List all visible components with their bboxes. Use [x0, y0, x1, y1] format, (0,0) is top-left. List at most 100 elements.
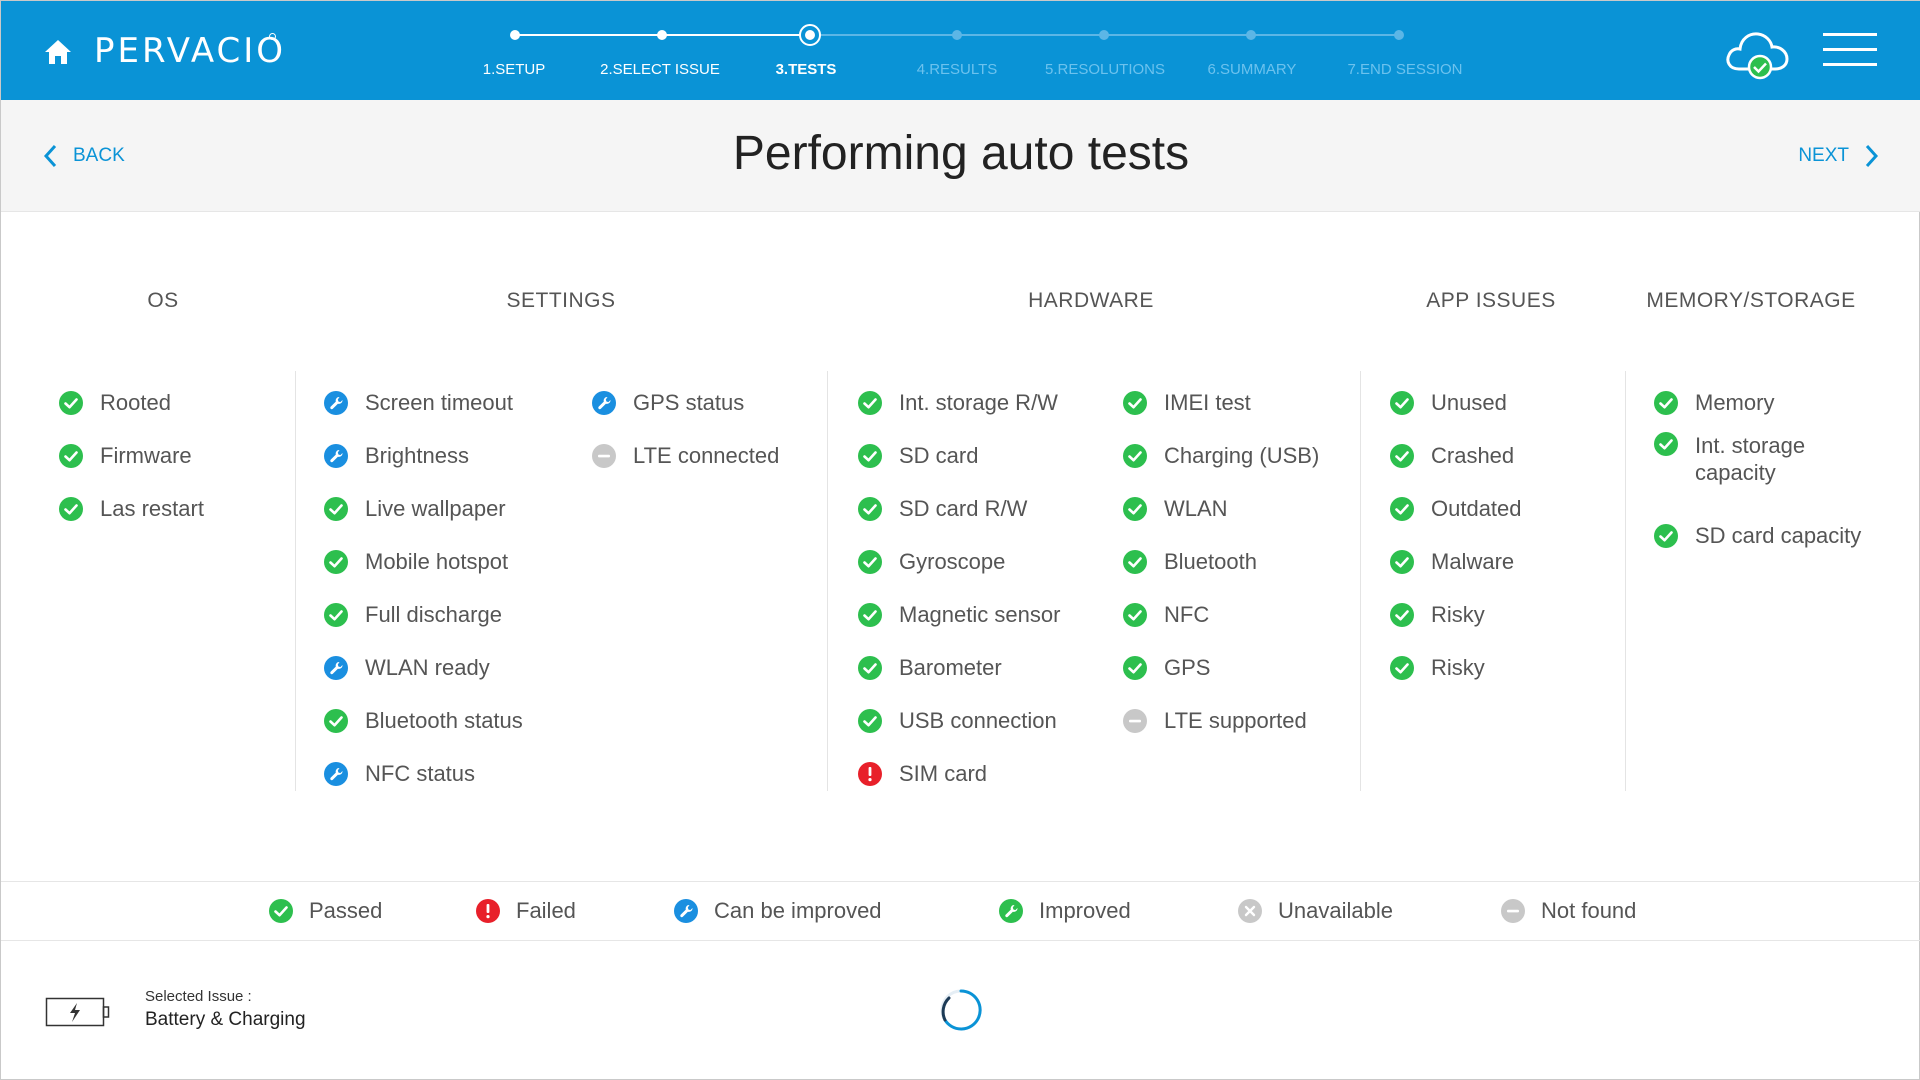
step-connector	[662, 34, 810, 36]
test-item: Risky	[1390, 641, 1522, 694]
status-legend: Passed Failed Can be improved Improved Unava…	[1, 881, 1920, 941]
test-item-label: IMEI test	[1164, 390, 1251, 415]
category-header-settings: SETTINGS	[506, 289, 616, 312]
test-item: Firmware	[59, 429, 204, 482]
category-header-os: OS	[147, 289, 179, 312]
step-label[interactable]: 1.SETUP	[434, 61, 594, 78]
settings-tests-list-2: GPS status LTE connected	[592, 376, 779, 482]
passed-check-icon	[858, 655, 882, 680]
not-found-minus-icon	[1123, 708, 1147, 733]
test-item: Brightness	[324, 429, 523, 482]
test-item: GPS status	[592, 376, 779, 429]
hamburger-menu-icon[interactable]	[1823, 33, 1877, 67]
step-label[interactable]: 2.SELECT ISSUE	[580, 61, 740, 78]
test-item-label: NFC status	[365, 761, 476, 786]
test-item: Malware	[1390, 535, 1522, 588]
wrench-icon	[592, 390, 616, 415]
passed-check-icon	[858, 496, 882, 521]
test-item-label: Magnetic sensor	[899, 602, 1061, 627]
test-item: SD card	[858, 429, 1060, 482]
not-found-minus-icon	[1501, 899, 1525, 923]
test-item-label: Barometer	[899, 655, 1002, 680]
test-item-label: SD card R/W	[899, 496, 1028, 521]
legend-item: Failed	[476, 898, 576, 924]
test-item: Int. storage capacity	[1654, 429, 1894, 509]
step-label[interactable]: 6.SUMMARY	[1172, 61, 1332, 78]
passed-check-icon	[1123, 443, 1147, 468]
step-connector	[515, 34, 662, 36]
test-item: WLAN	[1123, 482, 1319, 535]
step-dot	[1099, 30, 1109, 40]
test-item-label: WLAN	[1164, 496, 1228, 521]
memory-tests-list: Memory Int. storage capacity SD card capac…	[1654, 376, 1894, 562]
wrench-icon	[324, 761, 348, 786]
selected-issue-caption: Selected Issue :	[145, 988, 252, 1005]
legend-label: Can be improved	[714, 898, 882, 923]
column-divider	[1625, 371, 1626, 791]
passed-check-icon	[858, 443, 882, 468]
test-item: Memory	[1654, 376, 1894, 429]
test-item: NFC status	[324, 747, 523, 800]
test-item: Gyroscope	[858, 535, 1060, 588]
step-connector	[957, 34, 1104, 36]
passed-check-icon	[1654, 390, 1678, 415]
cloud-check-icon[interactable]	[1723, 25, 1793, 81]
hardware-tests-list-2: IMEI test Charging (USB) WLAN Bluetooth NFC G…	[1123, 376, 1319, 747]
test-item-label: Live wallpaper	[365, 496, 506, 521]
test-item: Barometer	[858, 641, 1060, 694]
test-item-label: Int. storage R/W	[899, 390, 1058, 415]
settings-tests-list: Screen timeout Brightness Live wallpaper Mo…	[324, 376, 523, 800]
column-divider	[295, 371, 296, 791]
test-item: LTE connected	[592, 429, 779, 482]
passed-check-icon	[858, 549, 882, 574]
passed-check-icon	[1654, 432, 1678, 456]
test-item: Las restart	[59, 482, 204, 535]
step-label[interactable]: 3.TESTS	[726, 61, 886, 78]
test-item-label: Memory	[1695, 390, 1775, 415]
test-item: GPS	[1123, 641, 1319, 694]
passed-check-icon	[324, 602, 348, 627]
legend-label: Failed	[516, 898, 576, 923]
test-item-label: Risky	[1431, 602, 1485, 627]
legend-item: Improved	[999, 898, 1131, 924]
test-item-label: Rooted	[100, 390, 171, 415]
test-item: Unused	[1390, 376, 1522, 429]
passed-check-icon	[1390, 443, 1414, 468]
passed-check-icon	[1654, 523, 1678, 548]
unavailable-x-icon	[1238, 899, 1262, 923]
test-item: SIM card	[858, 747, 1060, 800]
wrench-icon	[324, 390, 348, 415]
next-button[interactable]: NEXT	[1798, 141, 1879, 171]
passed-check-icon	[1390, 602, 1414, 627]
passed-check-icon	[1390, 496, 1414, 521]
failed-exclamation-icon	[476, 899, 500, 923]
passed-check-icon	[59, 390, 83, 415]
test-item: NFC	[1123, 588, 1319, 641]
test-item: USB connection	[858, 694, 1060, 747]
passed-check-icon	[324, 708, 348, 733]
test-item-label: Full discharge	[365, 602, 502, 627]
test-item: Mobile hotspot	[324, 535, 523, 588]
test-item-label: Gyroscope	[899, 549, 1006, 574]
chevron-right-icon	[1865, 144, 1879, 168]
passed-check-icon	[1390, 655, 1414, 680]
legend-label: Unavailable	[1278, 898, 1393, 923]
progress-stepper: 1.SETUP 2.SELECT ISSUE 3.TESTS 4.RESULTS 5.R…	[1, 1, 1920, 100]
step-label[interactable]: 4.RESULTS	[877, 61, 1037, 78]
passed-check-icon	[1123, 602, 1147, 627]
test-item-label: Bluetooth status	[365, 708, 523, 733]
app-window: PERVACIO 1.SETUP 2.SELECT ISSUE 3.TESTS 4.R…	[0, 0, 1920, 1080]
selected-issue-value: Battery & Charging	[145, 1009, 306, 1030]
test-item-label: Charging (USB)	[1164, 443, 1320, 468]
step-label[interactable]: 5.RESOLUTIONS	[1025, 61, 1185, 78]
passed-check-icon	[324, 496, 348, 521]
test-item: Rooted	[59, 376, 204, 429]
test-item: WLAN ready	[324, 641, 523, 694]
test-item-label: Brightness	[365, 443, 469, 468]
test-item: LTE supported	[1123, 694, 1319, 747]
test-item-label: SD card capacity	[1695, 523, 1862, 548]
test-item: Screen timeout	[324, 376, 523, 429]
step-label[interactable]: 7.END SESSION	[1325, 61, 1485, 78]
step-dot	[952, 30, 962, 40]
wrench-icon	[324, 443, 348, 468]
